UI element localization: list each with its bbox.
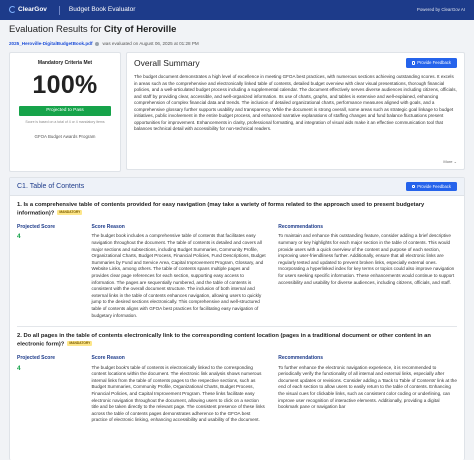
mandatory-badge: MANDATORY bbox=[57, 209, 83, 215]
question-text: 2. Do all pages in the table of contents… bbox=[17, 333, 431, 348]
page-header: Evaluation Results for City of Heroville… bbox=[9, 24, 465, 47]
powered-by: Powered by ClearGov AI bbox=[416, 7, 465, 13]
file-link[interactable]: 2025_Heroville-DigitalBudgetBook.pdf bbox=[9, 41, 92, 47]
chevron-down-icon: ⌄ bbox=[453, 158, 457, 164]
section-card: C1. Table of Contents Provide Feedback 1… bbox=[9, 177, 465, 460]
overall-summary-card: Overall Summary Provide Feedback The bud… bbox=[126, 52, 465, 170]
projected-score: 4 bbox=[17, 364, 21, 372]
entity-name: City of Heroville bbox=[104, 24, 177, 35]
topbar-divider bbox=[58, 5, 60, 15]
evaluated-date: was evaluated on August 06, 2025 at 01:2… bbox=[102, 40, 199, 46]
score-reason: The budget book includes a comprehensive… bbox=[91, 233, 266, 318]
top-bar: ClearGov Budget Book Evaluator Powered b… bbox=[0, 0, 474, 20]
question-text: 1. Is a comprehensive table of contents … bbox=[17, 202, 425, 217]
recommendations-heading: Recommendations bbox=[278, 354, 323, 361]
score-reason: The budget book's table of contents is e… bbox=[91, 364, 265, 423]
score-percent: 100% bbox=[32, 70, 98, 99]
question-2: 2. Do all pages in the table of contents… bbox=[10, 327, 464, 424]
score-note: Score is based on a total of 4 or 4 mand… bbox=[25, 119, 105, 124]
clock-icon bbox=[95, 41, 100, 46]
mandatory-badge: MANDATORY bbox=[67, 340, 93, 347]
recommendations-heading: Recommendations bbox=[278, 223, 323, 230]
projected-score-heading: Projected Score bbox=[17, 354, 56, 361]
score-reason-heading: Score Reason bbox=[91, 354, 125, 361]
summary-feedback-button[interactable]: Provide Feedback bbox=[405, 58, 457, 68]
page-title: Evaluation Results for City of Heroville bbox=[9, 24, 177, 35]
section-title: C1. Table of Contents bbox=[17, 182, 85, 190]
recommendations: To further enhance the electronic naviga… bbox=[278, 364, 457, 410]
logo-text: ClearGov bbox=[18, 5, 47, 13]
cleargov-logo[interactable]: ClearGov bbox=[9, 6, 47, 15]
section-feedback-button[interactable]: Provide Feedback bbox=[405, 181, 457, 192]
projected-score: 4 bbox=[17, 233, 21, 241]
program-name: GFOA Budget Awards Program bbox=[34, 133, 96, 139]
status-badge: Projected to Pass bbox=[19, 105, 111, 116]
cleargov-logo-icon bbox=[9, 6, 16, 14]
more-link[interactable]: More ⌄ bbox=[443, 159, 457, 164]
section-header: C1. Table of Contents Provide Feedback bbox=[10, 178, 464, 196]
evaluation-meta: 2025_Heroville-DigitalBudgetBook.pdf was… bbox=[9, 41, 465, 47]
recommendations: To maintain and enhance this outstanding… bbox=[278, 233, 455, 285]
score-card: Mandatory Criteria Met 100% Projected to… bbox=[9, 52, 121, 172]
question-1: 1. Is a comprehensive table of contents … bbox=[10, 196, 464, 319]
feedback-icon bbox=[411, 184, 416, 189]
projected-score-heading: Projected Score bbox=[17, 223, 56, 230]
summary-text: The budget document demonstrates a high … bbox=[134, 74, 457, 132]
app-name: Budget Book Evaluator bbox=[68, 5, 136, 13]
feedback-icon bbox=[411, 61, 416, 65]
score-label: Mandatory Criteria Met bbox=[37, 60, 93, 66]
score-reason-heading: Score Reason bbox=[91, 223, 125, 230]
summary-title: Overall Summary bbox=[134, 58, 200, 68]
